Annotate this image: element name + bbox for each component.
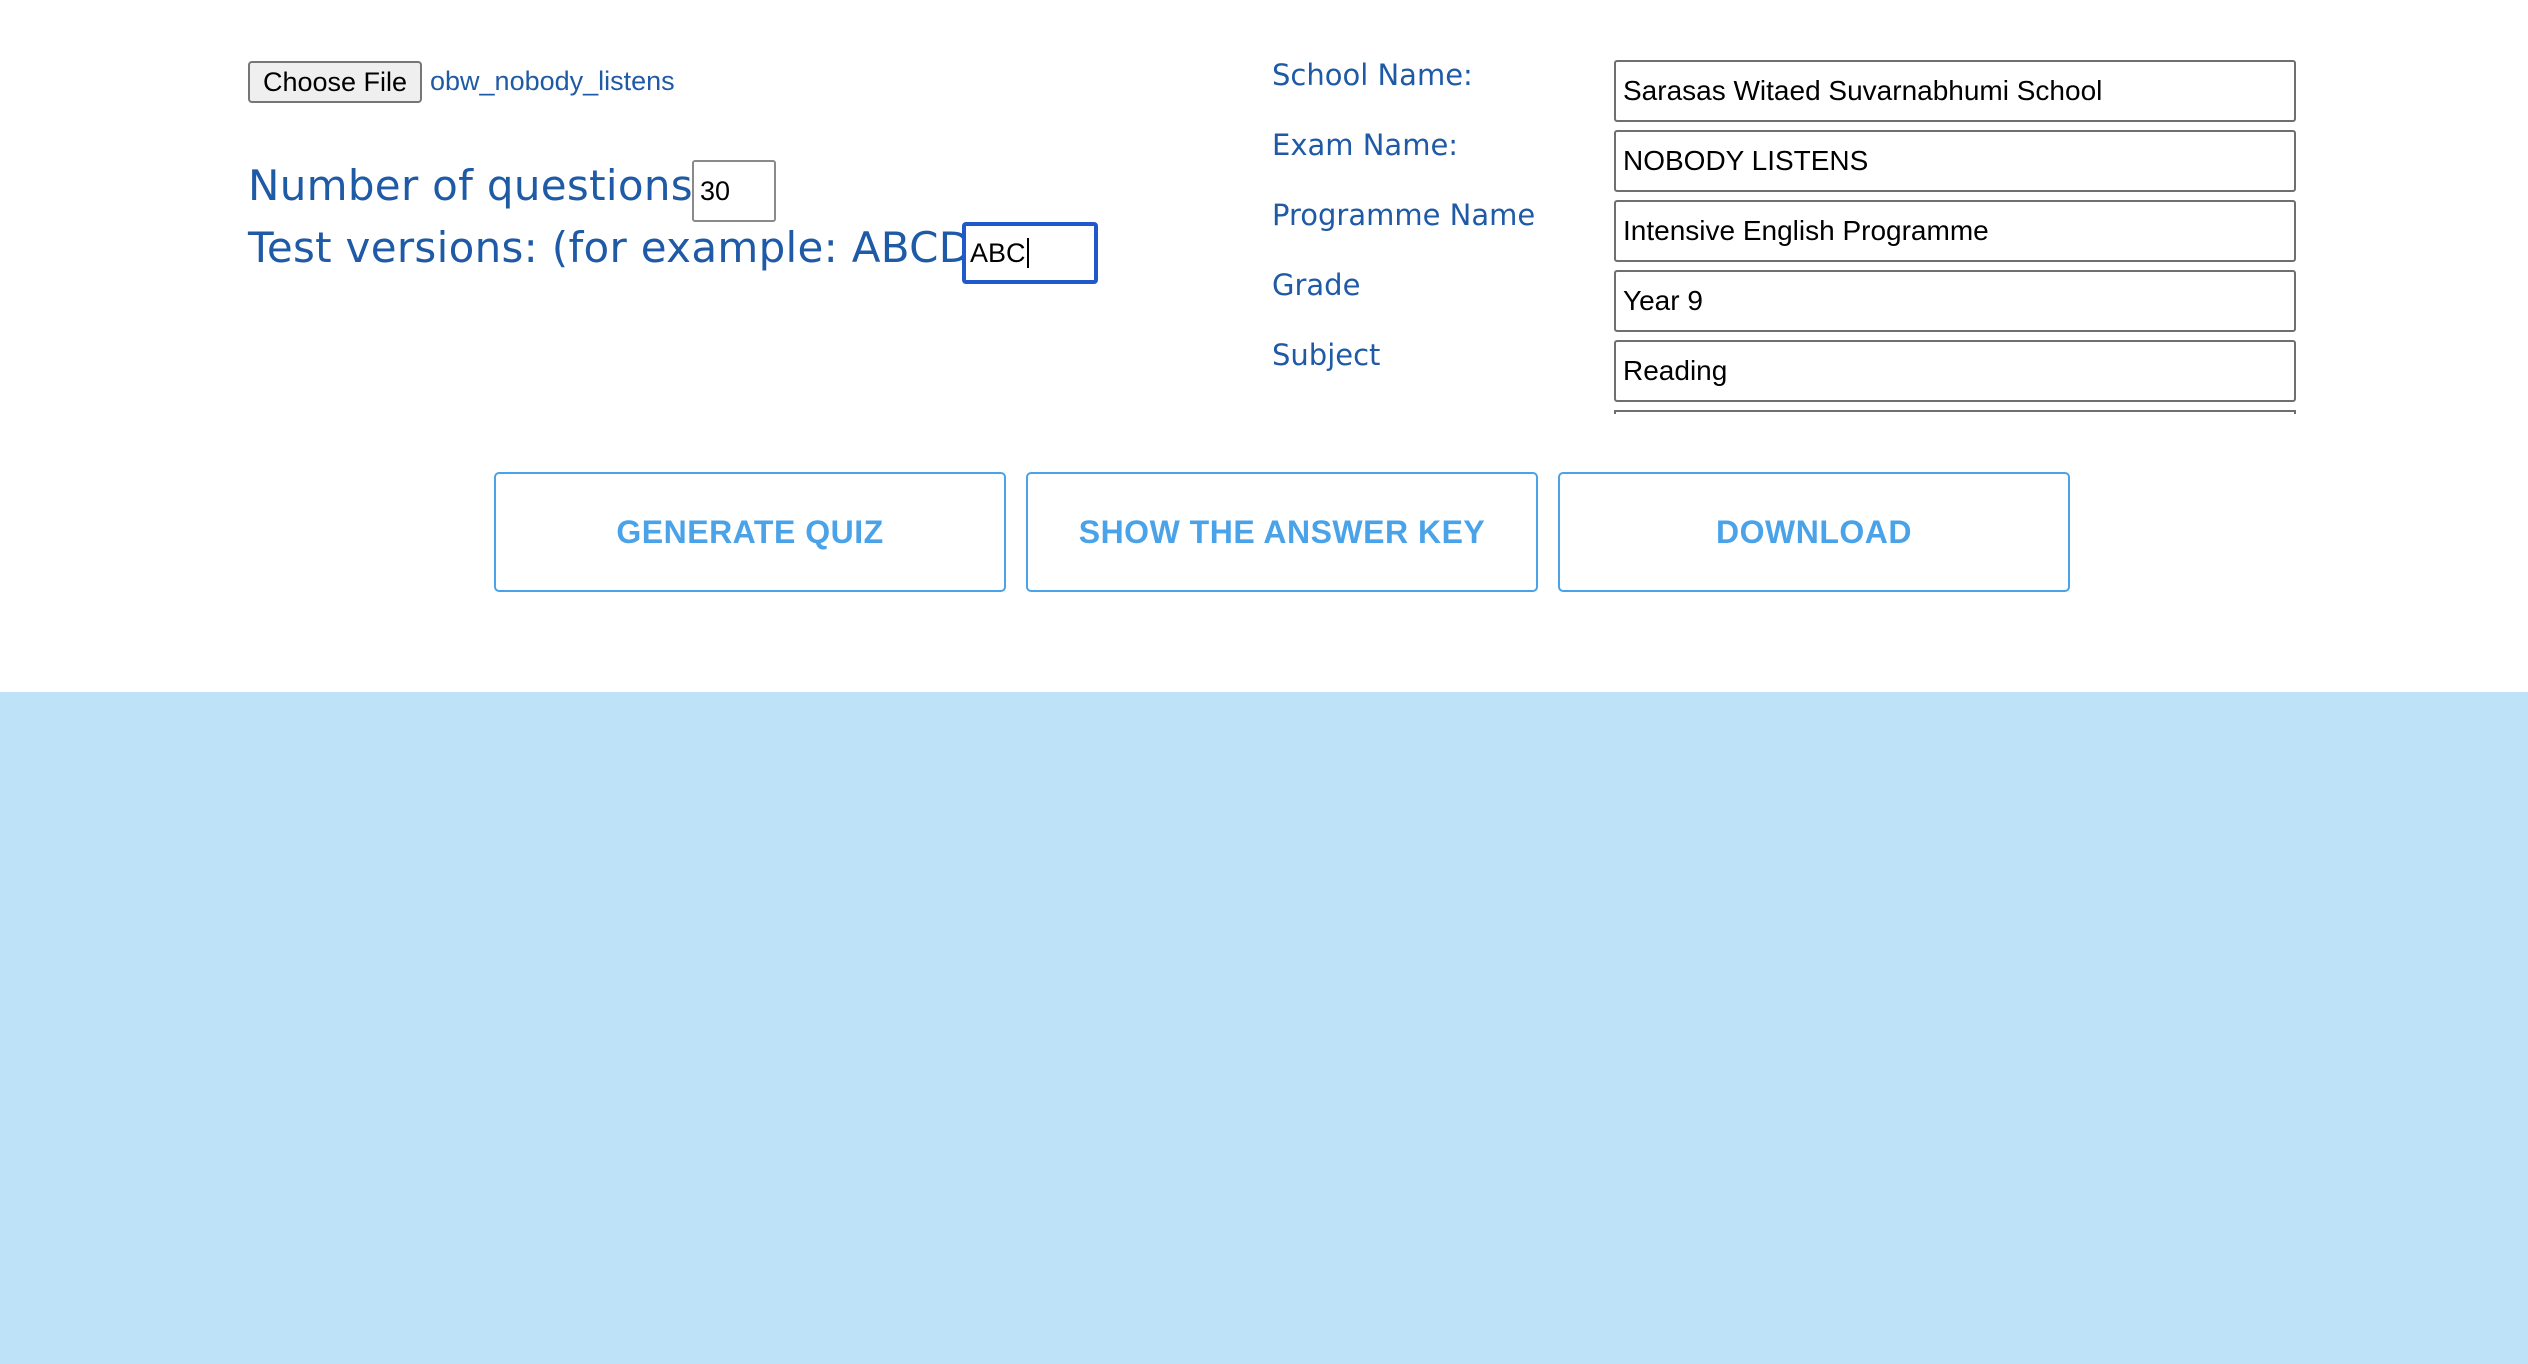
programme-name-value: Intensive English Programme — [1623, 215, 1989, 246]
test-versions-input[interactable]: ABC — [962, 222, 1098, 284]
school-name-input[interactable]: Sarasas Witaed Suvarnabhumi School — [1614, 60, 2296, 122]
grade-input[interactable]: Year 9 — [1614, 270, 2296, 332]
generate-quiz-button[interactable]: GENERATE QUIZ — [494, 472, 1006, 592]
form-panel: Choose File obw_nobody_listens Number of… — [0, 0, 2528, 692]
text-caret — [1026, 238, 1029, 268]
programme-name-label: Programme Name — [1272, 198, 1536, 232]
subject-value: Reading — [1623, 355, 1728, 386]
school-name-label: School Name: — [1272, 58, 1473, 92]
programme-name-input[interactable]: Intensive English Programme — [1614, 200, 2296, 262]
partially-visible-input[interactable] — [1614, 410, 2296, 414]
questions-count-value: 30 — [700, 175, 731, 206]
subject-label: Subject — [1272, 338, 1381, 372]
school-name-value: Sarasas Witaed Suvarnabhumi School — [1623, 75, 2103, 106]
download-button[interactable]: DOWNLOAD — [1558, 472, 2070, 592]
output-area — [0, 692, 2528, 1364]
test-versions-value: ABC — [970, 237, 1026, 268]
subject-input[interactable]: Reading — [1614, 340, 2296, 402]
choose-file-button[interactable]: Choose File — [248, 61, 422, 103]
grade-value: Year 9 — [1623, 285, 1703, 316]
exam-name-input[interactable]: NOBODY LISTENS — [1614, 130, 2296, 192]
selected-file-name: obw_nobody_listens — [430, 66, 675, 96]
show-answer-key-button[interactable]: SHOW THE ANSWER KEY — [1026, 472, 1538, 592]
grade-label: Grade — [1272, 268, 1361, 302]
questions-label: Number of questions: — [248, 161, 708, 210]
exam-name-value: NOBODY LISTENS — [1623, 145, 1869, 176]
questions-count-input[interactable]: 30 — [692, 160, 776, 222]
exam-name-label: Exam Name: — [1272, 128, 1459, 162]
versions-label: Test versions: (for example: ABCDE) — [248, 223, 1015, 272]
